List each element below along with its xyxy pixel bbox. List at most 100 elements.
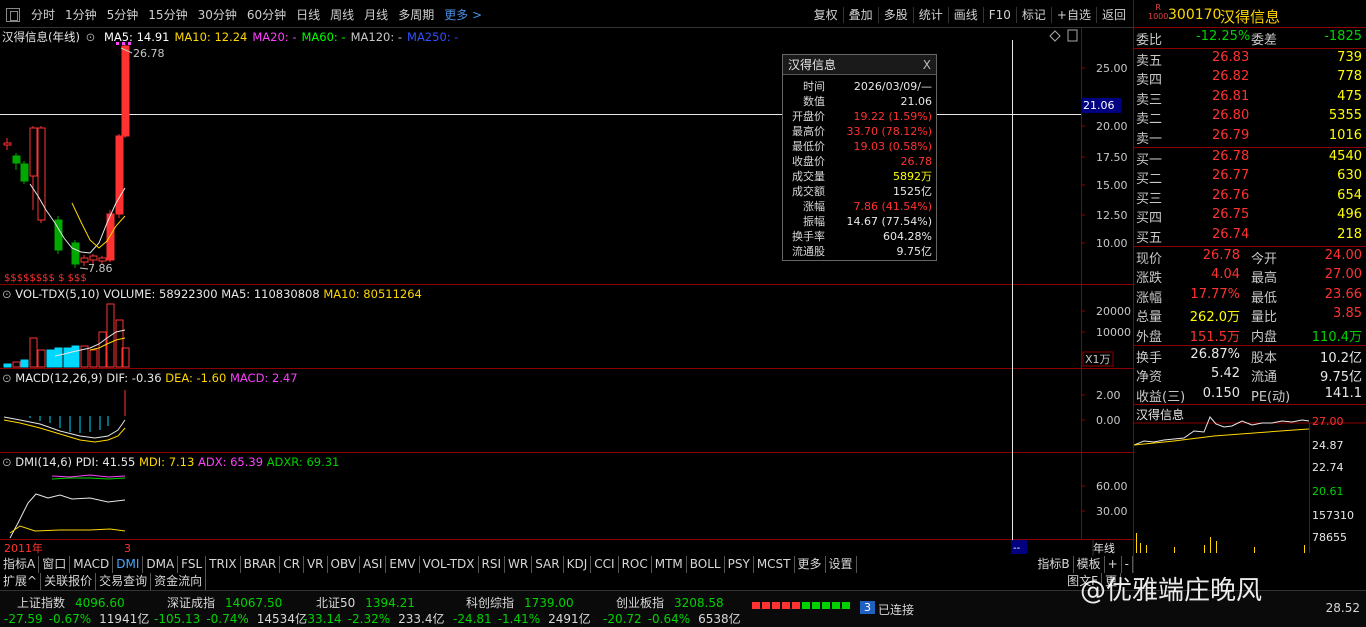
indicator-tab[interactable]: CR bbox=[280, 556, 304, 573]
window-icon[interactable] bbox=[6, 7, 20, 22]
candle-body bbox=[115, 135, 124, 215]
indicator-tab[interactable]: RSI bbox=[479, 556, 506, 573]
y-tick: 12.50 bbox=[1096, 209, 1128, 222]
book-volume: 654 bbox=[1337, 187, 1362, 203]
indicator-tab[interactable]: OBV bbox=[328, 556, 361, 573]
collapse-icon[interactable]: ⊙ bbox=[2, 455, 12, 469]
volume-value: VOLUME: 58922300 bbox=[103, 287, 218, 301]
more-periods-button[interactable]: 更多 > bbox=[439, 4, 487, 25]
toolbar-action-button[interactable]: +自选 bbox=[1052, 4, 1096, 25]
chart-area[interactable]: 21.06 25.00 20.00 17.50 15.00 12.50 10.00 200… bbox=[0, 28, 1133, 556]
stat-value: 141.1 bbox=[1324, 385, 1362, 401]
volume-ma5: MA5: 110830808 bbox=[221, 287, 320, 301]
candle-body bbox=[121, 45, 130, 137]
toolbar-action-button[interactable]: 多股 bbox=[879, 4, 913, 25]
popup-row: 流通股 9.75亿 bbox=[783, 244, 936, 259]
stat-value: 0.150 bbox=[1202, 385, 1240, 401]
book-level-label: 买二 bbox=[1136, 172, 1163, 188]
bar-info-popup: 汉得信息 X 时间 2026/03/09/— 数值 21.06 开盘价 19.22 (1.… bbox=[782, 54, 937, 261]
indicator-tab[interactable]: TRIX bbox=[206, 556, 241, 573]
toolbar-action-button[interactable]: 画线 bbox=[949, 4, 983, 25]
indicator-tab[interactable]: MCST bbox=[754, 556, 795, 573]
macd-histogram bbox=[29, 390, 126, 433]
index-summary[interactable]: 深证成指 14067.50 bbox=[167, 594, 282, 611]
stat-value: 262.0万 bbox=[1189, 310, 1240, 326]
indicator-tab[interactable]: WR bbox=[505, 556, 533, 573]
book-level-label: 卖四 bbox=[1136, 73, 1163, 89]
macd-y-axis: 2.00 0.00 bbox=[1081, 389, 1121, 427]
mini-chart-tick: 24.87 bbox=[1312, 439, 1344, 452]
indicator-tab[interactable]: PSY bbox=[725, 556, 754, 573]
toolbar-action-button[interactable]: 标记 bbox=[1017, 4, 1051, 25]
indicator-tab[interactable]: CCI bbox=[591, 556, 619, 573]
book-price: 26.81 bbox=[1212, 88, 1250, 104]
toolbar-action-button[interactable]: 统计 bbox=[914, 4, 948, 25]
toolbar-action-button[interactable]: 复权 bbox=[809, 4, 843, 25]
indicator-tab[interactable]: VOL-TDX bbox=[420, 556, 479, 573]
close-icon[interactable]: X bbox=[923, 55, 931, 75]
period-tab[interactable]: 分时 bbox=[26, 4, 60, 25]
period-tab[interactable]: 60分钟 bbox=[242, 4, 291, 25]
indicator-tab[interactable]: SAR bbox=[532, 556, 564, 573]
book-volume: 739 bbox=[1337, 49, 1362, 65]
indicator-tab[interactable]: EMV bbox=[386, 556, 420, 573]
extension-tab[interactable]: 关联报价 bbox=[41, 573, 97, 590]
index-summary[interactable]: 上证指数 4096.60 bbox=[17, 594, 125, 611]
book-price: 26.79 bbox=[1212, 127, 1250, 143]
popup-row: 数值 21.06 bbox=[783, 94, 936, 109]
indicator-tab[interactable]: DMA bbox=[143, 556, 179, 573]
indicator-tab[interactable]: DMI bbox=[113, 556, 144, 573]
ma-label: MA20: - bbox=[252, 30, 297, 44]
mini-chart[interactable]: 汉得信息 27.00 24.87 22.74 20.61 157310 78655 bbox=[1134, 405, 1366, 555]
period-tab[interactable]: 1分钟 bbox=[60, 4, 102, 25]
collapse-icon[interactable]: ⊙ bbox=[2, 371, 12, 385]
fundamental-row: 净资 5.42 流通 9.75亿 bbox=[1136, 366, 1362, 386]
buy-book: 买一 26.78 4540 买二 26.77 630 买三 26.76 654 买四 26.75 49… bbox=[1134, 148, 1366, 246]
indicator-tab[interactable]: MACD bbox=[70, 556, 114, 573]
y-tick: 2.00 bbox=[1096, 389, 1121, 402]
indicator-tab-right[interactable]: 指标B bbox=[1034, 556, 1074, 573]
popup-row-value: 9.75亿 bbox=[896, 245, 933, 258]
quote-fundamentals: 换手 26.87% 股本 10.2亿 净资 5.42 流通 9.75亿 收益(三) 0.150 PE… bbox=[1134, 346, 1366, 405]
index-summary[interactable]: 科创综指 1739.00 bbox=[466, 594, 574, 611]
indicator-tab[interactable]: BRAR bbox=[241, 556, 281, 573]
toolbar-action-button[interactable]: 叠加 bbox=[844, 4, 878, 25]
candle-body bbox=[71, 242, 80, 265]
indicator-tab[interactable]: ASI bbox=[360, 556, 387, 573]
extension-tab[interactable]: 交易查询 bbox=[96, 573, 152, 590]
indicator-tab[interactable]: 窗口 bbox=[39, 556, 71, 573]
period-tab[interactable]: 30分钟 bbox=[193, 4, 242, 25]
indicator-tab[interactable]: KDJ bbox=[564, 556, 592, 573]
period-tab[interactable]: 多周期 bbox=[393, 4, 439, 25]
popup-row-value: 19.03 (0.58%) bbox=[853, 140, 932, 153]
indicator-tab[interactable]: 指标A bbox=[0, 556, 40, 573]
ma-label: MA250: - bbox=[407, 30, 459, 44]
collapse-icon[interactable]: ⊙ bbox=[2, 287, 12, 301]
collapse-icon[interactable]: ⊙ bbox=[86, 30, 96, 44]
book-price: 26.75 bbox=[1212, 207, 1250, 223]
indicator-tab[interactable]: ROC bbox=[619, 556, 652, 573]
indicator-tab[interactable]: VR bbox=[304, 556, 328, 573]
period-tab[interactable]: 日线 bbox=[291, 4, 325, 25]
book-level-label: 卖五 bbox=[1136, 53, 1163, 69]
toolbar-action-button[interactable]: 返回 bbox=[1097, 4, 1131, 25]
index-summary[interactable]: 北证50 1394.21 bbox=[316, 594, 415, 611]
index-summary[interactable]: 创业板指 3208.58 bbox=[616, 594, 724, 611]
indicator-tab[interactable]: 设置 bbox=[826, 556, 857, 573]
toolbar-action-button[interactable]: F10 bbox=[984, 6, 1016, 24]
period-tab[interactable]: 月线 bbox=[359, 4, 393, 25]
indicator-tab[interactable]: BOLL bbox=[687, 556, 725, 573]
indicator-tab[interactable]: MTM bbox=[652, 556, 687, 573]
period-tab[interactable]: 5分钟 bbox=[102, 4, 144, 25]
popup-row-value: 604.28% bbox=[883, 230, 932, 243]
connection-status[interactable]: 已连接 bbox=[878, 601, 914, 618]
period-tab[interactable]: 15分钟 bbox=[143, 4, 192, 25]
indicator-tab[interactable]: 更多 bbox=[795, 556, 826, 573]
popup-row-value: 7.86 (41.54%) bbox=[853, 200, 932, 213]
stat-value: 9.75亿 bbox=[1320, 370, 1362, 386]
extension-tab[interactable]: 资金流向 bbox=[151, 573, 207, 590]
index-name: 深证成指 bbox=[167, 596, 216, 610]
indicator-tab[interactable]: FSL bbox=[178, 556, 207, 573]
period-tab[interactable]: 周线 bbox=[325, 4, 359, 25]
extension-tab[interactable]: 扩展^ bbox=[0, 573, 42, 590]
